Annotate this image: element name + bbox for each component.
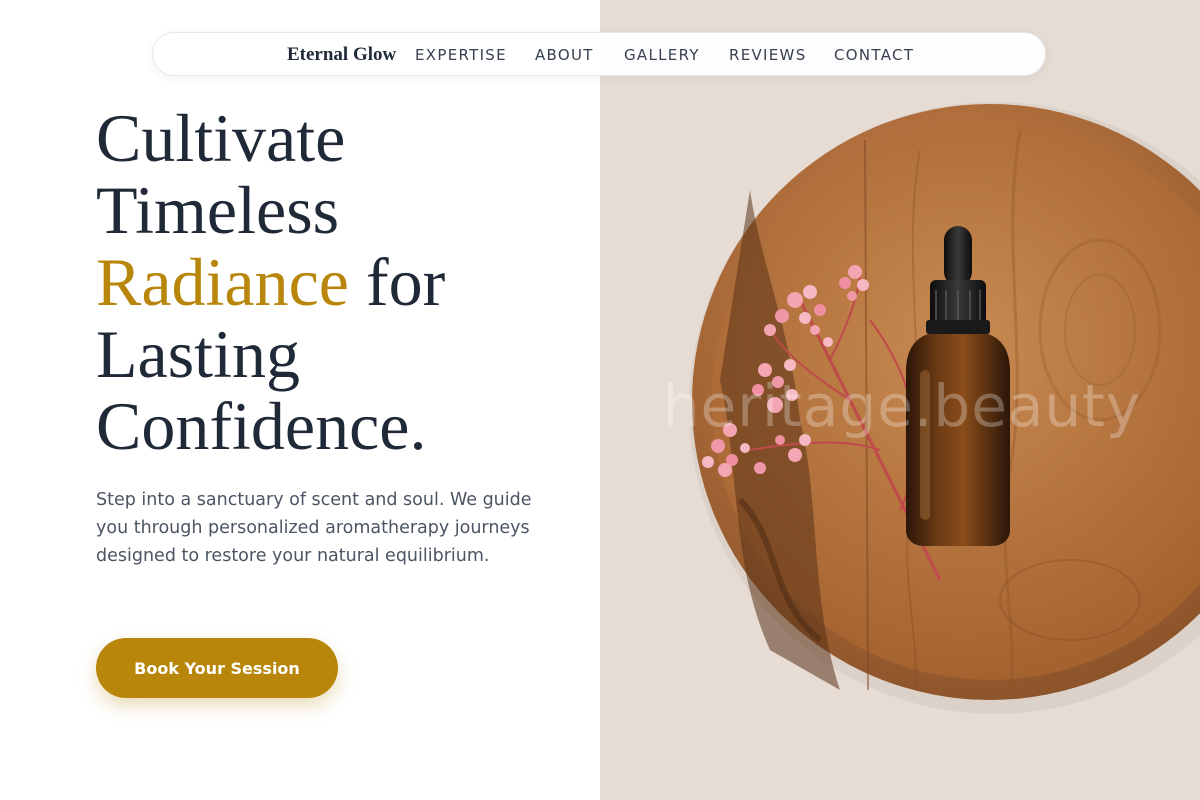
headline-line-1: Cultivate (96, 100, 346, 176)
headline-line-4: Lasting (96, 316, 300, 392)
nav-link-expertise[interactable]: EXPERTISE (415, 46, 507, 64)
headline-line-5: Confidence. (96, 388, 427, 464)
headline-line-2: Timeless (96, 172, 340, 248)
watermark-text: heritage.beauty (662, 372, 1142, 440)
nav-link-about[interactable]: ABOUT (535, 46, 594, 64)
hero-description: Step into a sanctuary of scent and soul.… (96, 490, 532, 566)
headline-accent: Radiance (96, 244, 349, 320)
hero-headline: Cultivate Timeless Radiance for Lasting … (96, 102, 445, 462)
top-navigation: Eternal Glow EXPERTISE ABOUT GALLERY REV… (152, 32, 1046, 76)
hero-image: heritage.beauty (600, 0, 1200, 800)
brand-logo[interactable]: Eternal Glow (287, 44, 396, 66)
headline-line-3: for (365, 244, 446, 320)
nav-link-gallery[interactable]: GALLERY (624, 46, 700, 64)
nav-link-reviews[interactable]: REVIEWS (729, 46, 807, 64)
nav-link-contact[interactable]: CONTACT (834, 46, 914, 64)
book-session-button[interactable]: Book Your Session (96, 638, 338, 698)
